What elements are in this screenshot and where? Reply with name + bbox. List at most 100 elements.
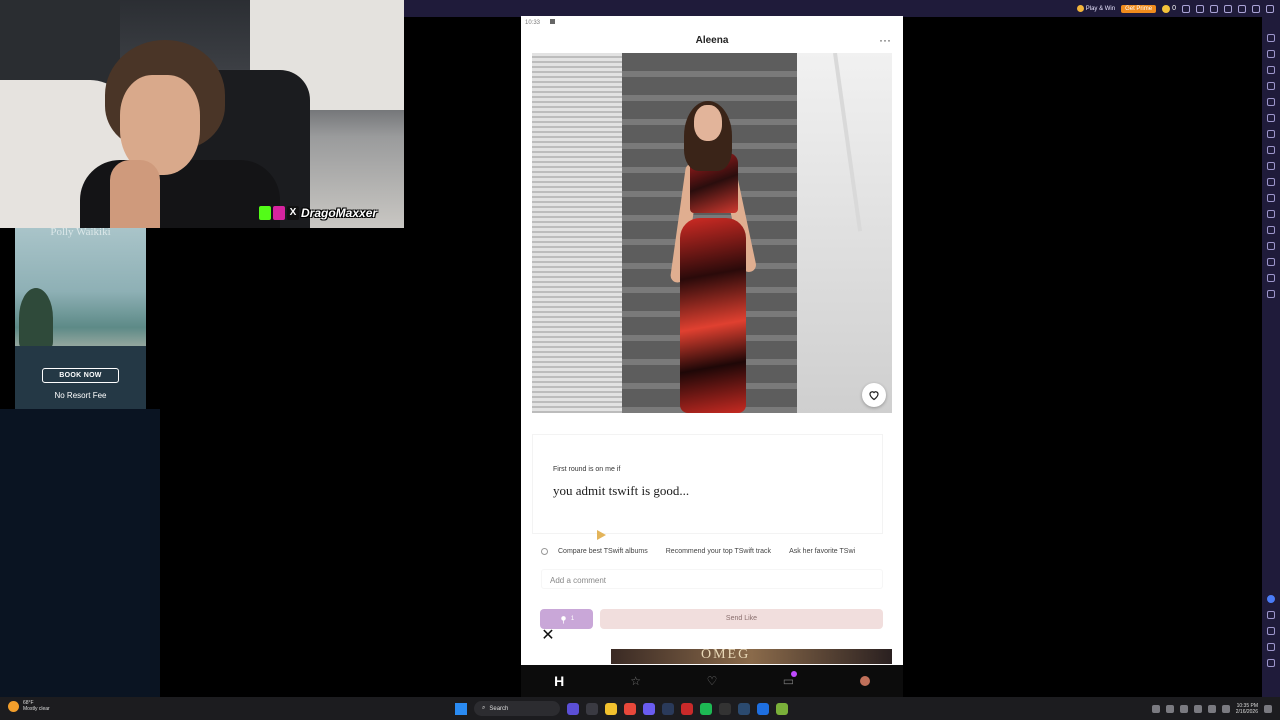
status-notification-icon xyxy=(549,19,555,24)
nav-likes[interactable]: ♡ xyxy=(702,671,722,691)
x-icon: X xyxy=(287,206,299,220)
sync-icon[interactable] xyxy=(1267,194,1275,202)
likes-icon: ♡ xyxy=(706,674,718,688)
comment-input[interactable] xyxy=(542,572,882,589)
kick-icon xyxy=(259,206,271,220)
prompt-card[interactable]: First round is on me if you admit tswift… xyxy=(532,434,883,534)
settings-icon[interactable] xyxy=(1267,611,1275,619)
taskbar-search[interactable]: ⌕ Search xyxy=(474,701,560,716)
coin-icon xyxy=(1162,4,1171,13)
profile-photo[interactable] xyxy=(532,53,892,413)
task-view-icon[interactable] xyxy=(586,702,598,715)
suggestion-chip[interactable]: Ask her favorite TSwi xyxy=(789,548,855,555)
wifi-icon[interactable] xyxy=(1207,704,1216,713)
send-rose-button[interactable]: 1 xyxy=(540,609,593,629)
play-win-label: Play & Win xyxy=(1085,5,1116,12)
file-explorer-icon[interactable] xyxy=(605,702,617,715)
weather-widget[interactable]: 68°F Mostly clear xyxy=(8,700,50,712)
nav-profile[interactable] xyxy=(855,671,875,691)
notification-bell-icon[interactable] xyxy=(1264,704,1272,713)
left-empty-panel xyxy=(0,409,160,697)
suggestion-chip[interactable]: Compare best TSwift albums xyxy=(558,548,648,555)
suggestion-radio-icon[interactable] xyxy=(541,547,548,555)
back-icon[interactable] xyxy=(1267,627,1275,635)
screen: Play & Win Get Prime 0 X DragoMaxxer Pol… xyxy=(0,0,1280,720)
more-options-button[interactable]: ··· xyxy=(879,33,891,47)
close-icon[interactable]: ✕ xyxy=(540,628,556,644)
status-bar: 10:33 xyxy=(521,16,903,30)
search-icon: ⌕ xyxy=(482,705,486,711)
obs-icon[interactable] xyxy=(681,702,693,715)
bluestacks-icon[interactable] xyxy=(776,702,788,715)
volume-icon[interactable] xyxy=(1221,704,1230,713)
send-like-button[interactable]: Send Like xyxy=(600,609,883,629)
profile-avatar xyxy=(859,676,870,686)
home-nav-icon[interactable] xyxy=(1267,643,1275,651)
play-win-button[interactable]: Play & Win xyxy=(1076,5,1116,12)
chevron-up-icon[interactable] xyxy=(1151,704,1160,713)
more-options-icon[interactable] xyxy=(1267,290,1275,298)
profile-header: Aleena ··· xyxy=(521,32,903,52)
like-photo-button[interactable] xyxy=(862,383,886,407)
account-icon[interactable] xyxy=(1182,4,1190,13)
chrome-icon[interactable] xyxy=(624,702,636,715)
get-prime-button[interactable]: Get Prime xyxy=(1121,4,1157,13)
dating-app-screen: 10:33 Aleena ··· First round is on me if… xyxy=(521,16,903,697)
record-icon[interactable] xyxy=(1267,98,1275,106)
macro-icon[interactable] xyxy=(1267,162,1275,170)
gamepad-icon[interactable] xyxy=(1267,258,1275,266)
coin-balance[interactable]: 0 xyxy=(1162,4,1176,13)
book-now-button[interactable]: BOOK NOW xyxy=(42,368,119,383)
media-folder-icon[interactable] xyxy=(1267,226,1275,234)
screenshot-icon[interactable] xyxy=(1267,82,1275,90)
tray-app-icon[interactable] xyxy=(1165,704,1174,713)
coin-count: 0 xyxy=(1172,5,1176,12)
recents-icon[interactable] xyxy=(1267,659,1275,667)
rose-count: 1 xyxy=(570,616,575,622)
spotify-icon[interactable] xyxy=(700,702,712,715)
close-window-icon[interactable] xyxy=(1266,4,1274,13)
app-icon[interactable] xyxy=(719,702,731,715)
ad-subtext: No Resort Fee xyxy=(54,391,107,400)
shake-icon[interactable] xyxy=(1267,130,1275,138)
install-apk-icon[interactable] xyxy=(1267,242,1275,250)
tray-app-icon[interactable] xyxy=(1193,704,1202,713)
camera-icon[interactable] xyxy=(1267,274,1275,282)
suggestion-chip[interactable]: Recommend your top TSwift track xyxy=(666,548,771,555)
edge-icon[interactable] xyxy=(757,702,769,715)
location-icon[interactable] xyxy=(1267,114,1275,122)
discord-icon[interactable] xyxy=(643,702,655,715)
menu-icon[interactable] xyxy=(1224,4,1232,13)
photo-shutters xyxy=(532,53,622,413)
taskbar: 68°F Mostly clear ⌕ Search 10:35 PM 2/16… xyxy=(0,697,1280,720)
rotate-icon[interactable] xyxy=(1267,146,1275,154)
start-icon[interactable] xyxy=(455,702,467,715)
notification-icon[interactable] xyxy=(1196,4,1204,13)
taskbar-clock[interactable]: 10:35 PM 2/16/2026 xyxy=(1236,703,1258,715)
weather-icon xyxy=(8,700,19,712)
minimize-icon[interactable] xyxy=(1238,4,1246,13)
home-icon: H xyxy=(554,673,565,689)
volume-icon[interactable] xyxy=(1267,50,1275,58)
multi-instance-icon[interactable] xyxy=(1267,178,1275,186)
keyboard-icon[interactable] xyxy=(1267,66,1275,74)
instagram-icon xyxy=(273,206,285,220)
assistant-icon[interactable] xyxy=(1267,595,1275,603)
app-icon[interactable] xyxy=(738,702,750,715)
tray-app-icon[interactable] xyxy=(1179,704,1188,713)
steam-icon[interactable] xyxy=(662,702,674,715)
system-tray: 10:35 PM 2/16/2026 xyxy=(1151,700,1272,717)
nav-standouts[interactable]: ☆ xyxy=(626,671,646,691)
search-label: Search xyxy=(489,705,509,712)
maximize-icon[interactable] xyxy=(1252,4,1260,13)
bottom-nav: H ☆ ♡ ▭ xyxy=(521,665,903,697)
taskbar-apps: ⌕ Search xyxy=(455,700,788,717)
hotel-ad[interactable]: Polly Waikiki BOOK NOW No Resort Fee xyxy=(15,228,146,409)
nav-home[interactable]: H xyxy=(549,671,569,691)
widget-app-icon[interactable] xyxy=(567,702,579,715)
photo-sign-text: OMEG xyxy=(701,647,751,662)
nav-messages[interactable]: ▭ xyxy=(778,671,798,691)
help-icon[interactable] xyxy=(1210,4,1218,13)
eco-mode-icon[interactable] xyxy=(1267,210,1275,218)
fullscreen-icon[interactable] xyxy=(1267,34,1275,42)
